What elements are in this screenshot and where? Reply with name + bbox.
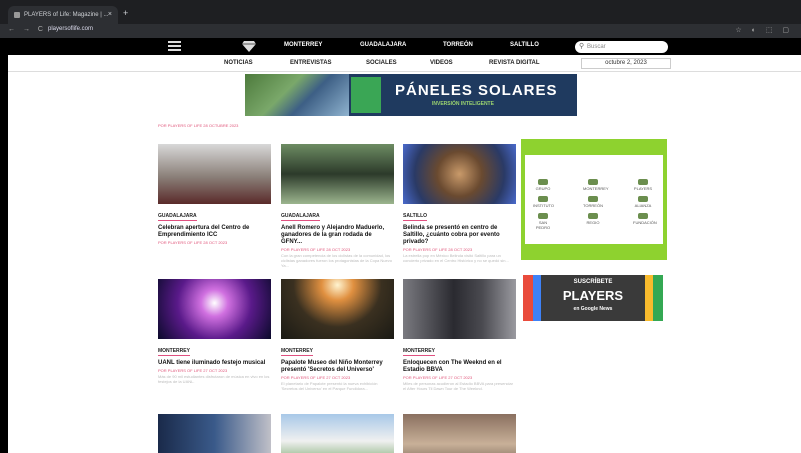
search-input[interactable]: ⚲ Buscar: [575, 41, 668, 53]
article-category[interactable]: GUADALAJARA: [281, 213, 320, 221]
article-headline[interactable]: Belinda se presentó en centro de Saltill…: [403, 225, 516, 246]
browser-tab[interactable]: PLAYERS of Life: Magazine | ... ×: [8, 6, 118, 24]
solar-panels-banner-ad[interactable]: PÁNELES SOLARES INVERSIÓN INTELIGENTE: [245, 74, 577, 116]
article-meta: POR PLAYERS OF LIFE 27 OCT 2023: [403, 375, 473, 380]
new-tab-button[interactable]: +: [123, 8, 128, 18]
article-card[interactable]: SALTILLO Belinda se presentó en centro d…: [403, 144, 516, 263]
article-card[interactable]: [403, 414, 516, 453]
sponsor-logo: MONTERREY: [583, 179, 609, 191]
subnav-sociales[interactable]: SOCIALES: [366, 60, 397, 66]
article-image[interactable]: [281, 144, 394, 204]
nav-saltillo[interactable]: SALTILLO: [510, 42, 539, 48]
nav-monterrey[interactable]: MONTERREY: [284, 42, 322, 48]
article-excerpt: La estrella pop en México Belinda visitó…: [403, 253, 509, 263]
sub-navigation: NOTICIAS ENTREVISTAS SOCIALES VIDEOS REV…: [8, 55, 801, 72]
browser-tab-strip: PLAYERS of Life: Magazine | ... × +: [0, 0, 801, 24]
site-header: MONTERREY GUADALAJARA TORREÓN SALTILLO ⚲…: [8, 38, 801, 55]
sponsor-logo: INSTITUTO: [533, 196, 554, 208]
sponsor-logo: ALIANZA: [633, 196, 653, 208]
article-meta: POR PLAYERS OF LIFE 28 OCT 2023: [281, 247, 351, 252]
banner-title: PÁNELES SOLARES: [395, 82, 558, 99]
article-excerpt: Con la gran competencia de los ciclistas…: [281, 253, 392, 268]
subnav-revista-digital[interactable]: REVISTA DIGITAL: [489, 60, 540, 66]
sponsor-logo: TORREÓN: [583, 196, 603, 208]
close-tab-icon[interactable]: ×: [108, 6, 112, 24]
article-category[interactable]: MONTERREY: [281, 348, 313, 356]
article-image[interactable]: [281, 279, 394, 339]
subscribe-label: SUSCRÍBETE: [573, 279, 613, 285]
sponsors-ad-panel: GRUPO MONTERREY PLAYERS INSTITUTO TORREÓ…: [525, 155, 663, 244]
search-icon: ⚲: [579, 43, 585, 50]
subscribe-google-news-ad[interactable]: SUSCRÍBETE PLAYERS en Google News: [523, 275, 663, 321]
sponsors-ad[interactable]: GRUPO MONTERREY PLAYERS INSTITUTO TORREÓ…: [521, 139, 667, 260]
banner-photo: [245, 74, 349, 116]
article-meta: POR PLAYERS OF LIFE 27 OCT 2023: [158, 368, 228, 373]
article-card[interactable]: GUADALAJARA Celebran apertura del Centro…: [158, 144, 271, 246]
article-card[interactable]: MONTERREY UANL tiene iluminado festejo m…: [158, 279, 271, 384]
article-headline[interactable]: UANL tiene iluminado festejo musical: [158, 360, 271, 367]
article-category[interactable]: MONTERREY: [158, 348, 190, 356]
subnav-videos[interactable]: VIDEOS: [430, 60, 453, 66]
article-excerpt: El planetario de Papalote presentó la nu…: [281, 381, 378, 391]
diamond-logo-icon[interactable]: [242, 41, 256, 52]
nav-torreon[interactable]: TORREÓN: [443, 42, 473, 48]
sponsor-logo: FUNDACIÓN: [633, 213, 657, 225]
sponsor-logo: PLAYERS: [633, 179, 653, 191]
players-label: PLAYERS: [562, 288, 624, 303]
article-headline[interactable]: Anell Romero y Alejandro Maduerlo, ganad…: [281, 225, 394, 246]
subnav-noticias[interactable]: NOTICIAS: [224, 60, 253, 66]
banner-subtitle: INVERSIÓN INTELIGENTE: [432, 101, 494, 107]
article-meta: POR PLAYERS OF LIFE 28 OCT 2023: [158, 240, 228, 245]
article-card[interactable]: [281, 414, 394, 453]
menu-icon[interactable]: [168, 41, 181, 51]
article-image[interactable]: [281, 414, 394, 453]
article-card[interactable]: [158, 414, 271, 453]
nav-buttons[interactable]: ← → C: [8, 26, 46, 33]
article-meta: POR PLAYERS OF LIFE 28 OCT 2023: [403, 247, 473, 252]
google-news-label: en Google News: [573, 306, 613, 312]
article-card[interactable]: MONTERREY Enloquecen con The Weeknd en e…: [403, 279, 516, 391]
article-headline[interactable]: Papalote Museo del Niño Monterrey presen…: [281, 360, 394, 374]
article-image[interactable]: [403, 144, 516, 204]
article-image[interactable]: [403, 279, 516, 339]
article-image[interactable]: [158, 414, 271, 453]
article-card[interactable]: MONTERREY Papalote Museo del Niño Monter…: [281, 279, 394, 391]
article-category[interactable]: SALTILLO: [403, 213, 428, 221]
tab-title: PLAYERS of Life: Magazine | ...: [24, 12, 109, 18]
article-category[interactable]: MONTERREY: [403, 348, 435, 356]
article-image[interactable]: [158, 144, 271, 204]
favicon-icon: [14, 12, 20, 18]
page-content: NOTICIAS ENTREVISTAS SOCIALES VIDEOS REV…: [8, 55, 801, 453]
subnav-entrevistas[interactable]: ENTREVISTAS: [290, 60, 332, 66]
article-image[interactable]: [158, 279, 271, 339]
article-meta: POR PLAYERS OF LIFE 27 OCT 2023: [281, 375, 351, 380]
sponsor-logo: SAN PEDRO: [533, 213, 553, 230]
current-date: octubre 2, 2023: [581, 58, 671, 69]
article-image[interactable]: [403, 414, 516, 453]
article-headline[interactable]: Enloquecen con The Weeknd en el Estadio …: [403, 360, 516, 374]
article-excerpt: Miles de personas acudieron al Estadio B…: [403, 381, 513, 391]
byline: POR PLAYERS OF LIFE 28 OCTUBRE 2023: [158, 123, 239, 128]
article-card[interactable]: GUADALAJARA Anell Romero y Alejandro Mad…: [281, 144, 394, 268]
search-placeholder: Buscar: [587, 44, 606, 50]
extension-icons[interactable]: ☆ ◐ ⬚ ▢: [735, 26, 793, 34]
article-headline[interactable]: Celebran apertura del Centro de Emprendi…: [158, 225, 271, 239]
sponsor-logo: GRUPO: [533, 179, 553, 191]
nav-guadalajara[interactable]: GUADALAJARA: [360, 42, 406, 48]
browser-toolbar: ← → C playersoflife.com ☆ ◐ ⬚ ▢: [0, 24, 801, 38]
address-bar[interactable]: playersoflife.com: [48, 26, 93, 32]
banner-logo-icon: [351, 77, 381, 113]
sponsor-logo: REGIO: [583, 213, 603, 225]
article-category[interactable]: GUADALAJARA: [158, 213, 197, 221]
article-excerpt: Más de 90 mil estudiantes disfrutaron de…: [158, 374, 270, 384]
